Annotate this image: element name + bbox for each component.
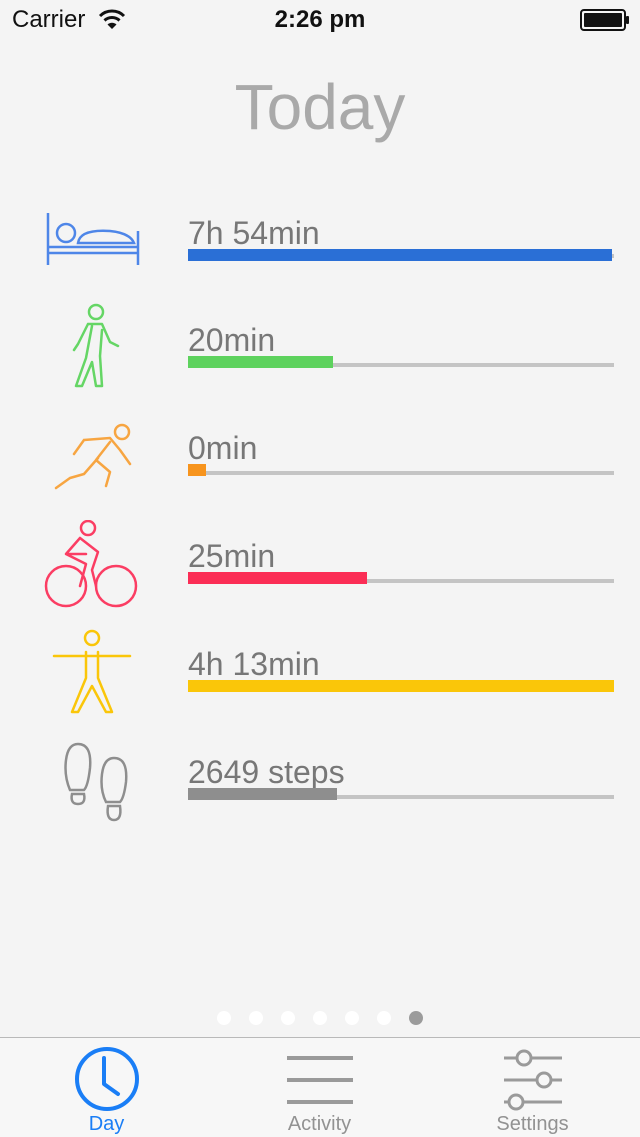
running-icon	[54, 423, 132, 490]
activity-value: 2649 steps	[188, 754, 345, 790]
activity-row-walk: 20min	[0, 300, 640, 400]
progress-fill	[188, 788, 337, 800]
activity-row-cycle: 25min	[0, 520, 640, 620]
bed-icon	[46, 213, 140, 265]
activity-row-steps: 2649 steps	[0, 736, 640, 836]
tab-label: Day	[88, 1113, 125, 1135]
battery-icon	[580, 9, 629, 31]
standing-icon	[52, 629, 132, 714]
page-dot[interactable]	[409, 1010, 423, 1025]
progress-fill	[188, 249, 612, 261]
page-dot[interactable]	[281, 1010, 295, 1025]
tab-settings[interactable]: Settings	[426, 1038, 639, 1137]
sliders-icon	[503, 1049, 562, 1111]
tab-bar: Day Activity Settings	[0, 1037, 640, 1137]
status-bar: Carrier 2:26 pm	[0, 0, 640, 40]
activity-row-run: 0min	[0, 420, 640, 520]
progress-track	[188, 471, 614, 475]
tab-label: Activity	[287, 1113, 352, 1135]
tab-label: Settings	[496, 1113, 569, 1135]
progress-fill	[188, 572, 367, 584]
progress-fill	[188, 356, 333, 368]
page-dot[interactable]	[377, 1010, 391, 1025]
page-dot[interactable]	[249, 1010, 263, 1025]
page-dot[interactable]	[313, 1010, 327, 1025]
activity-row-stand: 4h 13min	[0, 628, 640, 728]
tab-day[interactable]: Day	[0, 1038, 213, 1137]
cycling-icon	[44, 520, 138, 608]
status-time: 2:26 pm	[274, 6, 366, 33]
activity-value: 0min	[188, 430, 258, 466]
page-title: Today	[234, 71, 406, 143]
activity-row-sleep: 7h 54min	[0, 205, 640, 305]
progress-fill	[188, 680, 614, 692]
page-dot[interactable]	[345, 1010, 359, 1025]
list-icon	[286, 1056, 353, 1104]
footsteps-icon	[64, 742, 128, 822]
activity-value: 20min	[188, 322, 276, 358]
clock-icon	[74, 1047, 139, 1111]
activity-value: 25min	[188, 538, 276, 574]
page-dot[interactable]	[217, 1010, 231, 1025]
page-indicator[interactable]	[0, 1009, 640, 1025]
activity-value: 7h 54min	[188, 215, 320, 251]
progress-fill	[188, 464, 206, 476]
walking-icon	[72, 303, 120, 388]
activity-value: 4h 13min	[188, 646, 320, 682]
tab-activity[interactable]: Activity	[213, 1038, 426, 1137]
